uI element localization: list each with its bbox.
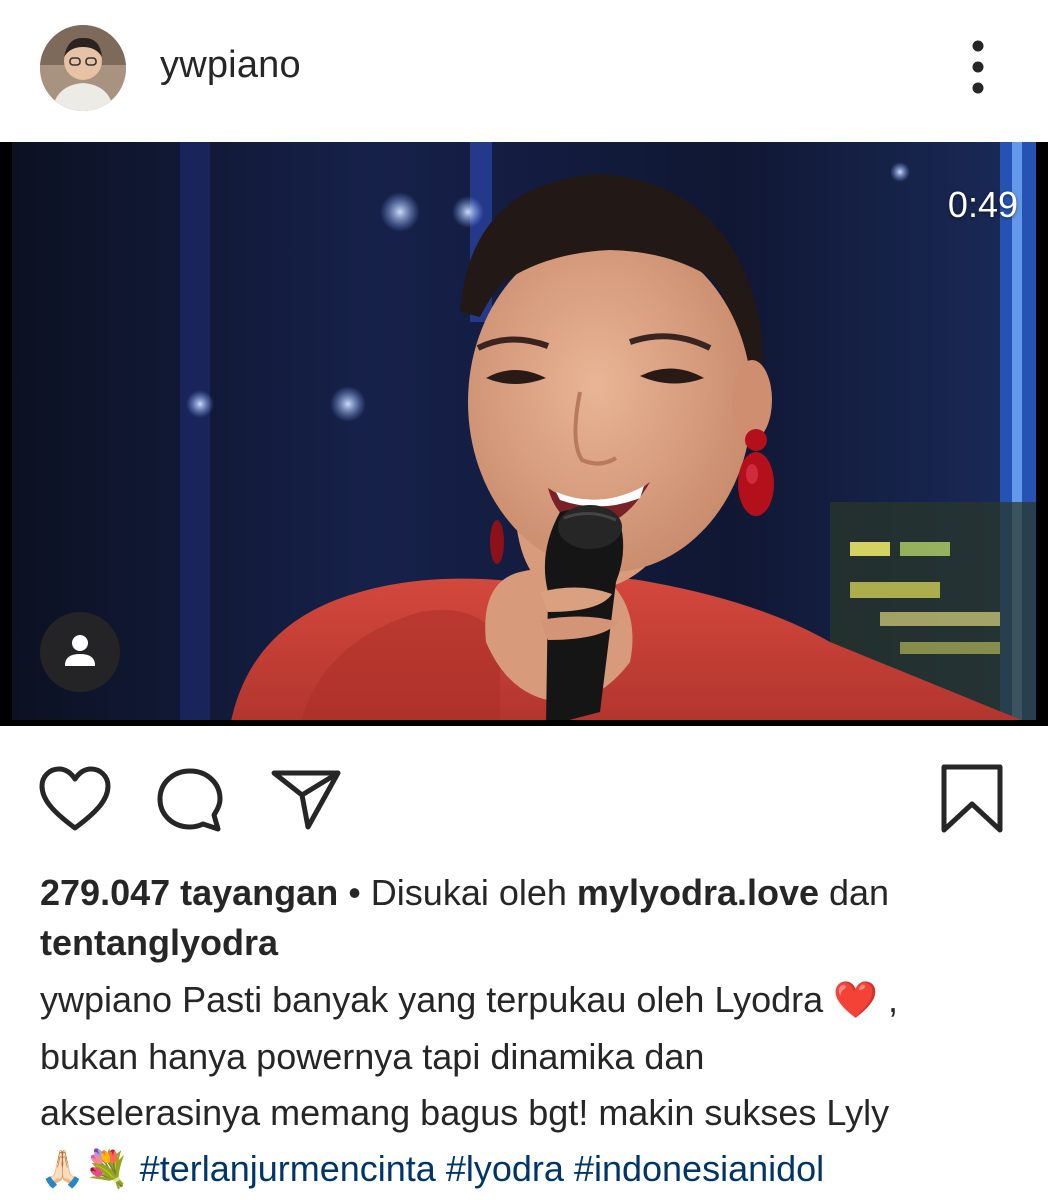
post-engagement: 279.047 tayangan • Disukai oleh mylyodra… xyxy=(40,868,1020,968)
more-vertical-icon xyxy=(972,40,984,94)
post-header: ywpiano xyxy=(0,0,1048,140)
post-caption: ywpiano Pasti banyak yang terpukau oleh … xyxy=(40,972,1025,1198)
video-frame xyxy=(0,142,1048,726)
caption-text: bukan hanya powernya tapi dinamika dan xyxy=(40,1036,705,1077)
liked-by-prefix: Disukai oleh xyxy=(370,872,577,913)
caption-text: , xyxy=(878,979,899,1020)
caption-text: Pasti banyak yang terpukau oleh Lyodra xyxy=(172,979,834,1020)
paper-plane-icon xyxy=(271,770,341,830)
post-actions xyxy=(0,750,1048,860)
bookmark-outline-icon xyxy=(941,764,1003,833)
post-username[interactable]: ywpiano xyxy=(160,44,301,87)
share-button[interactable] xyxy=(268,765,344,838)
liked-by-user[interactable]: mylyodra.love xyxy=(577,872,819,913)
tagged-people-button[interactable] xyxy=(40,612,120,692)
heart-outline-icon xyxy=(39,766,111,831)
more-options-button[interactable] xyxy=(955,36,1001,98)
person-tag-icon xyxy=(65,635,95,666)
separator-dot: • xyxy=(338,872,371,913)
hashtag-link[interactable]: #indonesianidol xyxy=(574,1148,824,1189)
video-duration: 0:49 xyxy=(947,184,1018,225)
caption-author[interactable]: ywpiano xyxy=(40,979,172,1020)
heart-emoji: ❤️ xyxy=(833,980,879,1021)
caption-text: akselerasinya memang bagus bgt! makin su… xyxy=(40,1092,890,1133)
hashtag-link[interactable]: #lyodra xyxy=(446,1148,564,1189)
like-button[interactable] xyxy=(38,765,112,838)
hashtag-link[interactable]: #terlanjurmencinta xyxy=(140,1148,436,1189)
liked-by-joiner: dan xyxy=(819,872,890,913)
save-button[interactable] xyxy=(938,762,1006,841)
comment-bubble-icon xyxy=(157,768,223,832)
liked-by-user[interactable]: tentanglyodra xyxy=(40,922,278,963)
video-player[interactable]: 0:49 xyxy=(0,142,1048,726)
view-count[interactable]: 279.047 tayangan xyxy=(40,872,338,913)
comment-button[interactable] xyxy=(154,765,226,840)
instagram-post: ywpiano 0:49 279.047 tayangan • Disukai … xyxy=(0,0,1048,1200)
caption-emojis: 🙏🏻💐 xyxy=(40,1149,130,1190)
avatar[interactable] xyxy=(40,25,126,111)
